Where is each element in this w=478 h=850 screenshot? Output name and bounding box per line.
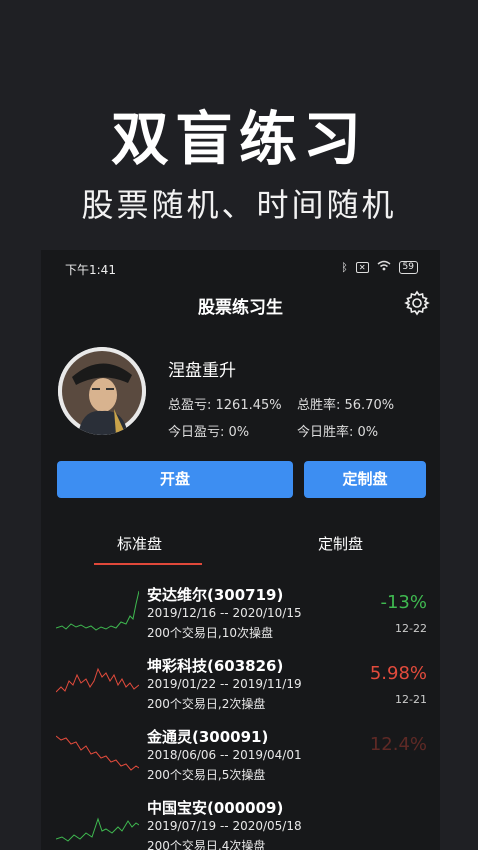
no-sim-icon: ✕	[355, 261, 369, 273]
stock-period: 2019/12/16 -- 2020/10/15	[147, 606, 302, 620]
tab-custom[interactable]: 定制盘	[318, 533, 363, 554]
status-icons: ᛒ ✕ 59	[341, 260, 418, 274]
tab-underline	[94, 563, 202, 565]
stock-name: 金通灵(300091)	[147, 728, 269, 746]
stock-date: 12-22	[395, 622, 427, 635]
stock-name: 中国宝安(000009)	[147, 799, 284, 817]
sparkline-chart	[56, 667, 139, 693]
gear-icon[interactable]	[404, 290, 430, 316]
bluetooth-icon: ᛒ	[341, 260, 348, 274]
custom-button[interactable]: 定制盘	[304, 461, 426, 498]
stock-change: -13%	[380, 592, 427, 613]
stock-date: 12-21	[395, 693, 427, 706]
open-button[interactable]: 开盘	[57, 461, 293, 498]
list-item[interactable]: 安达维尔(300719) 2019/12/16 -- 2020/10/15 20…	[41, 584, 440, 659]
total-win-rate: 总胜率: 56.70%	[297, 398, 395, 413]
stock-info: 200个交易日,5次操盘	[147, 768, 266, 782]
tab-standard[interactable]: 标准盘	[117, 533, 162, 554]
status-time: 下午1:41	[65, 263, 116, 277]
stock-period: 2018/06/06 -- 2019/04/01	[147, 748, 302, 762]
sparkline-chart	[56, 735, 139, 771]
stock-info: 200个交易日,4次操盘	[147, 839, 266, 850]
list-item[interactable]: 金通灵(300091) 2018/06/06 -- 2019/04/01 200…	[41, 726, 440, 801]
wifi-icon	[377, 260, 391, 274]
stock-info: 200个交易日,2次操盘	[147, 697, 266, 711]
promo-title: 双盲练习	[110, 105, 367, 173]
battery-icon: 59	[398, 260, 418, 274]
stock-change: 12.4%	[369, 734, 427, 755]
username: 涅盘重升	[168, 361, 236, 381]
today-win-rate: 今日胜率: 0%	[297, 425, 379, 440]
sparkline-chart	[56, 817, 139, 842]
stock-name: 安达维尔(300719)	[147, 586, 284, 604]
avatar[interactable]	[58, 347, 146, 435]
sparkline-chart	[56, 590, 139, 631]
stock-name: 坤彩科技(603826)	[147, 657, 284, 675]
stock-change: 5.98%	[369, 663, 427, 684]
app-bar: 股票练习生	[41, 286, 440, 322]
promo-subtitle: 股票随机、时间随机	[81, 186, 397, 224]
stock-period: 2019/01/22 -- 2019/11/19	[147, 677, 302, 691]
status-bar: 下午1:41 ᛒ ✕ 59	[41, 250, 440, 284]
list-item[interactable]: 坤彩科技(603826) 2019/01/22 -- 2019/11/19 20…	[41, 655, 440, 730]
app-title: 股票练习生	[198, 298, 283, 318]
list-item[interactable]: 中国宝安(000009) 2019/07/19 -- 2020/05/18 20…	[41, 797, 440, 850]
stock-info: 200个交易日,10次操盘	[147, 626, 273, 640]
phone-screen: 下午1:41 ᛒ ✕ 59 股票练习生 涅盘重升 总盈亏: 1261.45% 总…	[41, 250, 440, 850]
today-pnl: 今日盈亏: 0%	[168, 425, 250, 440]
total-pnl: 总盈亏: 1261.45%	[168, 398, 282, 413]
stock-period: 2019/07/19 -- 2020/05/18	[147, 819, 302, 833]
